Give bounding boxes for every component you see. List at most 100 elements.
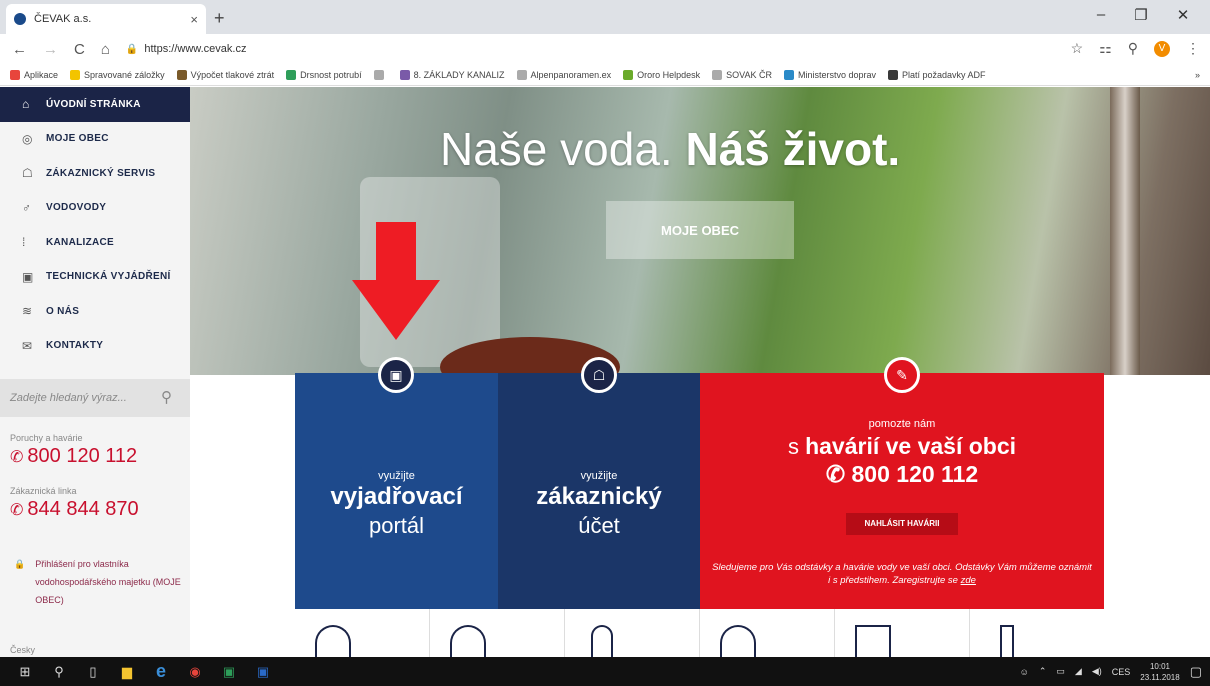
- people-icon[interactable]: ☺: [1020, 667, 1029, 677]
- emergency-small: pomozte nám: [868, 418, 936, 430]
- minimize-button[interactable]: –: [1086, 6, 1116, 23]
- excel-icon[interactable]: ▣: [212, 664, 246, 680]
- portal-panel[interactable]: ▣ využijte vyjadřovací portál: [295, 357, 498, 609]
- bookmark-item[interactable]: [373, 69, 388, 80]
- bookmarks-more-icon[interactable]: »: [1195, 70, 1200, 80]
- emergency-phone-number: 800 120 112: [851, 461, 979, 487]
- bookmark-item[interactable]: Platí požadavky ADF: [888, 69, 986, 80]
- bookmark-item[interactable]: 8. ZÁKLADY KANALIZ: [399, 69, 505, 80]
- bookmark-icon: [10, 69, 20, 80]
- notification-icon[interactable]: ▢: [1190, 664, 1202, 680]
- search-extension-icon[interactable]: ⚲: [1128, 40, 1138, 57]
- system-tray: ☺ ⌃ ▭ ◢ ◀) CES 10:01 23.11.2018 ▢: [1020, 657, 1202, 686]
- breakdowns-phone[interactable]: ✆ 800 120 112: [10, 445, 137, 468]
- slogan-light: Naše voda.: [440, 123, 673, 175]
- sidebar-item-2[interactable]: ☖ ZÁKAZNICKÝ SERVIS: [0, 156, 190, 191]
- address-bar: ← → C ⌂ 🔒 https://www.cevak.cz ☆ ⚏ ⚲ V ⋮: [0, 34, 1210, 64]
- portal-small: využijte: [378, 470, 415, 482]
- search-icon[interactable]: ⚲: [161, 388, 172, 406]
- menu-icon[interactable]: ⋮: [1186, 40, 1200, 57]
- service-icon: [315, 625, 351, 659]
- extension-icon[interactable]: ⚏: [1099, 40, 1112, 57]
- customer-line-phone[interactable]: ✆ 844 844 870: [10, 498, 139, 521]
- sidebar-item-5[interactable]: ▣ TECHNICKÁ VYJÁDŘENÍ: [0, 260, 190, 295]
- sidebar-item-0[interactable]: ⌂ ÚVODNÍ STRÁNKA: [0, 87, 190, 122]
- avatar[interactable]: V: [1154, 40, 1170, 57]
- emergency-headline: s havárií ve vaší obci: [700, 433, 1104, 460]
- service-icons-strip: [295, 609, 1104, 659]
- bookmarks-bar: Aplikace Spravované záložky Výpočet tlakov…: [0, 64, 1210, 86]
- nav-icon: ⌂: [22, 97, 30, 112]
- bookmark-icon: [623, 69, 634, 80]
- home-icon[interactable]: ⌂: [101, 41, 110, 58]
- register-link[interactable]: zde: [961, 575, 976, 586]
- service-tile[interactable]: [970, 609, 1104, 659]
- volume-icon[interactable]: ◀): [1092, 666, 1102, 677]
- task-view-icon[interactable]: ▯: [76, 664, 110, 680]
- search-input[interactable]: Zadejte hledaný výraz... ⚲: [0, 379, 190, 417]
- report-breakdown-button[interactable]: NAHLÁSIT HAVÁRII: [846, 513, 958, 535]
- language-indicator[interactable]: CES: [1112, 667, 1131, 677]
- search-placeholder: Zadejte hledaný výraz...: [10, 392, 127, 404]
- moje-obec-button[interactable]: MOJE OBEC: [606, 201, 794, 259]
- bookmark-label: SOVAK ČR: [726, 69, 772, 80]
- star-icon[interactable]: ☆: [1071, 40, 1084, 57]
- sidebar-item-6[interactable]: ≋ O NÁS: [0, 294, 190, 329]
- wifi-icon[interactable]: ◢: [1075, 666, 1082, 677]
- bookmark-item[interactable]: Ministerstvo doprav: [783, 69, 876, 80]
- service-tile[interactable]: [565, 609, 700, 659]
- maximize-button[interactable]: ❐: [1126, 6, 1156, 24]
- file-explorer-icon[interactable]: ▆: [110, 664, 144, 680]
- bookmark-item[interactable]: Drsnost potrubí: [286, 69, 362, 80]
- sidebar-item-3[interactable]: ♂ VODOVODY: [0, 191, 190, 226]
- nav-icon: ◎: [22, 131, 33, 146]
- edge-icon[interactable]: e: [144, 661, 178, 682]
- service-tile[interactable]: [835, 609, 970, 659]
- sidebar-item-label: MOJE OBEC: [46, 133, 109, 145]
- search-icon[interactable]: ⚲: [42, 664, 76, 680]
- sidebar-item-1[interactable]: ◎ MOJE OBEC: [0, 122, 190, 157]
- bookmark-icon: [888, 69, 898, 80]
- house-icon: [720, 625, 756, 659]
- windows-start-icon[interactable]: ⊞: [8, 664, 42, 680]
- sidebar-item-label: TECHNICKÁ VYJÁDŘENÍ: [46, 271, 171, 283]
- bookmark-item[interactable]: Spravované záložky: [70, 69, 165, 80]
- tab-title: ČEVAK a.s.: [34, 13, 92, 25]
- bookmark-item[interactable]: Ororo Helpdesk: [623, 69, 700, 80]
- forward-icon[interactable]: →: [43, 41, 58, 58]
- service-tile[interactable]: [700, 609, 835, 659]
- chevron-up-icon[interactable]: ⌃: [1039, 666, 1047, 677]
- bookmark-item[interactable]: Alpenpanoramen.ex: [516, 69, 611, 80]
- bookmark-label: Ministerstvo doprav: [797, 69, 876, 80]
- url-field[interactable]: https://www.cevak.cz: [144, 43, 246, 55]
- phone-icon: ✆: [825, 461, 852, 487]
- new-tab-button[interactable]: +: [214, 8, 225, 29]
- bookmark-item[interactable]: Výpočet tlakové ztrát: [176, 69, 274, 80]
- battery-icon[interactable]: ▭: [1056, 666, 1065, 677]
- back-icon[interactable]: ←: [12, 41, 27, 58]
- sidebar-item-7[interactable]: ✉ KONTAKTY: [0, 329, 190, 364]
- hero-slogan: Naše voda. Náš život.: [440, 122, 900, 176]
- bookmark-label: Drsnost potrubí: [300, 69, 362, 80]
- sidebar-item-label: KANALIZACE: [46, 236, 114, 248]
- clock-date: 23.11.2018: [1140, 672, 1180, 682]
- bookmark-item[interactable]: SOVAK ČR: [712, 69, 772, 80]
- sidebar-item-4[interactable]: ⁞ KANALIZACE: [0, 225, 190, 260]
- bookmark-item[interactable]: Aplikace: [10, 69, 58, 80]
- close-window-button[interactable]: ✕: [1168, 6, 1198, 24]
- bookmark-icon: [399, 69, 410, 80]
- service-tile[interactable]: [295, 609, 430, 659]
- word-icon[interactable]: ▣: [246, 664, 280, 680]
- language-switch[interactable]: Česky: [10, 645, 35, 655]
- service-tile[interactable]: [430, 609, 565, 659]
- account-panel[interactable]: ☖ využijte zákaznický účet: [498, 357, 700, 609]
- reload-icon[interactable]: C: [74, 41, 85, 58]
- tab-close-icon[interactable]: ×: [190, 12, 198, 27]
- lab-icon: [1000, 625, 1014, 659]
- clock[interactable]: 10:01 23.11.2018: [1140, 661, 1179, 683]
- chrome-icon[interactable]: ◉: [178, 664, 212, 680]
- bookmark-icon: [286, 69, 297, 80]
- emergency-phone[interactable]: ✆ 800 120 112: [700, 461, 1104, 488]
- browser-tab[interactable]: ČEVAK a.s. ×: [6, 4, 206, 34]
- owner-login-link[interactable]: 🔒 Přihlášení pro vlastníka vodohospodářs…: [14, 555, 184, 609]
